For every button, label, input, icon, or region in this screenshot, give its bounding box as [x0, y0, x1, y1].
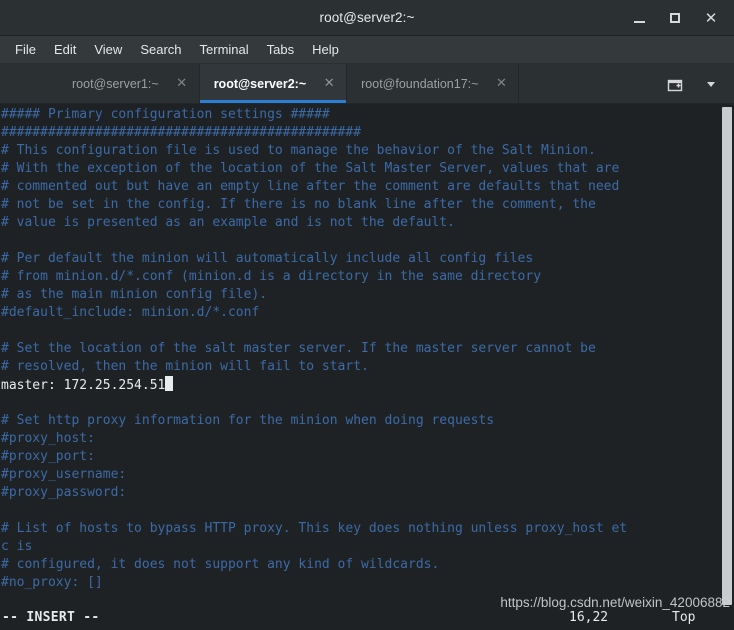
terminal-line-text: # resolved, then the minion will fail to…: [1, 359, 369, 374]
tab-bar: root@server1:~ ✕ root@server2:~ ✕ root@f…: [0, 64, 734, 104]
menu-bar: File Edit View Search Terminal Tabs Help: [0, 36, 734, 64]
terminal-line: [1, 232, 720, 250]
terminal-line-text: # from minion.d/*.conf (minion.d is a di…: [1, 269, 542, 284]
tab-close-icon[interactable]: ✕: [494, 76, 508, 91]
menu-item-edit[interactable]: Edit: [45, 39, 85, 60]
terminal-line-text: #proxy_password:: [1, 485, 127, 500]
text-cursor: [165, 376, 174, 391]
tab-root-server2[interactable]: root@server2:~ ✕: [199, 64, 348, 103]
tab-bar-left-spacer: [0, 64, 58, 103]
terminal-line-text: # Per default the minion will automatica…: [1, 251, 534, 266]
terminal-line-text: [1, 233, 9, 248]
tab-bar-actions: [658, 64, 734, 103]
tab-close-icon[interactable]: ✕: [322, 76, 336, 91]
menu-item-search[interactable]: Search: [131, 39, 190, 60]
terminal-line-text: # configured, it does not support any ki…: [1, 557, 440, 572]
vim-cursor-position: 16,22: [569, 610, 609, 625]
terminal-line-text: ##### Primary configuration settings ###…: [1, 107, 330, 122]
menu-item-view[interactable]: View: [85, 39, 131, 60]
tab-close-icon[interactable]: ✕: [175, 76, 189, 91]
close-icon: ✕: [704, 8, 718, 27]
terminal-window: root@server2:~ ✕ File Edit View Search T…: [0, 0, 734, 630]
terminal-line: ##### Primary configuration settings ###…: [1, 106, 720, 124]
terminal-line-text: # With the exception of the location of …: [1, 161, 620, 176]
terminal-line-text: #proxy_host:: [1, 431, 95, 446]
tab-label: root@server2:~: [213, 76, 307, 91]
terminal-line-text: # This configuration file is used to man…: [1, 143, 596, 158]
terminal-line: #default_include: minion.d/*.conf: [1, 304, 720, 322]
terminal-line-text: # Set http proxy information for the min…: [1, 413, 495, 428]
tab-root-foundation17[interactable]: root@foundation17:~ ✕: [347, 64, 520, 103]
window-title: root@server2:~: [319, 10, 415, 25]
tab-list-dropdown-button[interactable]: [694, 64, 728, 104]
terminal-viewport[interactable]: ##### Primary configuration settings ###…: [0, 104, 734, 608]
minimize-button[interactable]: [622, 3, 656, 33]
chevron-down-icon: [707, 81, 715, 87]
terminal-text-area[interactable]: ##### Primary configuration settings ###…: [0, 104, 720, 608]
terminal-line-text: master: 172.25.254.51: [1, 378, 166, 393]
terminal-line: # Set the location of the salt master se…: [1, 340, 720, 358]
vim-status-bar: -- INSERT -- 16,22 Top: [0, 608, 734, 630]
terminal-line: # List of hosts to bypass HTTP proxy. Th…: [1, 520, 720, 538]
terminal-line: master: 172.25.254.51: [1, 376, 720, 394]
terminal-line: [1, 394, 720, 412]
terminal-line-text: # Set the location of the salt master se…: [1, 341, 596, 356]
terminal-line: # from minion.d/*.conf (minion.d is a di…: [1, 268, 720, 286]
terminal-line: # not be set in the config. If there is …: [1, 196, 720, 214]
terminal-line: # Set http proxy information for the min…: [1, 412, 720, 430]
terminal-line: #no_proxy: []: [1, 574, 720, 592]
terminal-line: c is: [1, 538, 720, 556]
terminal-line: # as the main minion config file).: [1, 286, 720, 304]
menu-item-terminal[interactable]: Terminal: [191, 39, 258, 60]
menu-item-tabs[interactable]: Tabs: [258, 39, 303, 60]
maximize-button[interactable]: [658, 3, 692, 33]
terminal-line-text: # List of hosts to bypass HTTP proxy. Th…: [1, 521, 628, 536]
terminal-line: [1, 502, 720, 520]
terminal-line-text: # commented out but have an empty line a…: [1, 179, 620, 194]
new-tab-icon: [667, 79, 683, 91]
terminal-line: #proxy_host:: [1, 430, 720, 448]
tab-root-server1[interactable]: root@server1:~ ✕: [58, 64, 200, 103]
minimize-icon: [633, 20, 645, 23]
menu-item-help[interactable]: Help: [303, 39, 348, 60]
terminal-line: # resolved, then the minion will fail to…: [1, 358, 720, 376]
terminal-line: # This configuration file is used to man…: [1, 142, 720, 160]
terminal-line: #proxy_port:: [1, 448, 720, 466]
terminal-scrollbar-thumb[interactable]: [722, 107, 732, 605]
terminal-scrollbar[interactable]: [720, 104, 734, 608]
close-button[interactable]: ✕: [694, 3, 728, 33]
terminal-line: # commented out but have an empty line a…: [1, 178, 720, 196]
terminal-line-text: [1, 395, 9, 410]
terminal-line-text: [1, 503, 9, 518]
maximize-icon: [670, 13, 680, 23]
new-tab-button[interactable]: [658, 64, 692, 104]
terminal-line: [1, 322, 720, 340]
menu-item-file[interactable]: File: [6, 39, 45, 60]
terminal-line: # Per default the minion will automatica…: [1, 250, 720, 268]
vim-mode-indicator: -- INSERT --: [2, 610, 100, 625]
terminal-line-text: #no_proxy: []: [1, 575, 103, 590]
terminal-line-text: # value is presented as an example and i…: [1, 215, 455, 230]
terminal-line-text: ########################################…: [1, 125, 362, 140]
title-bar: root@server2:~ ✕: [0, 0, 734, 36]
terminal-line: #proxy_password:: [1, 484, 720, 502]
terminal-line: # With the exception of the location of …: [1, 160, 720, 178]
tab-label: root@server1:~: [72, 76, 159, 91]
terminal-line-text: # as the main minion config file).: [1, 287, 268, 302]
vim-scroll-indicator: Top: [672, 610, 696, 625]
terminal-line-text: #proxy_port:: [1, 449, 95, 464]
tab-label: root@foundation17:~: [361, 76, 479, 91]
terminal-line-text: #default_include: minion.d/*.conf: [1, 305, 260, 320]
terminal-line-text: #proxy_username:: [1, 467, 127, 482]
terminal-line: # configured, it does not support any ki…: [1, 556, 720, 574]
terminal-line: ########################################…: [1, 124, 720, 142]
terminal-line: #proxy_username:: [1, 466, 720, 484]
terminal-line-text: # not be set in the config. If there is …: [1, 197, 596, 212]
terminal-line-text: c is: [1, 539, 33, 554]
terminal-line: # value is presented as an example and i…: [1, 214, 720, 232]
terminal-line-text: [1, 323, 9, 338]
window-controls: ✕: [622, 0, 728, 36]
